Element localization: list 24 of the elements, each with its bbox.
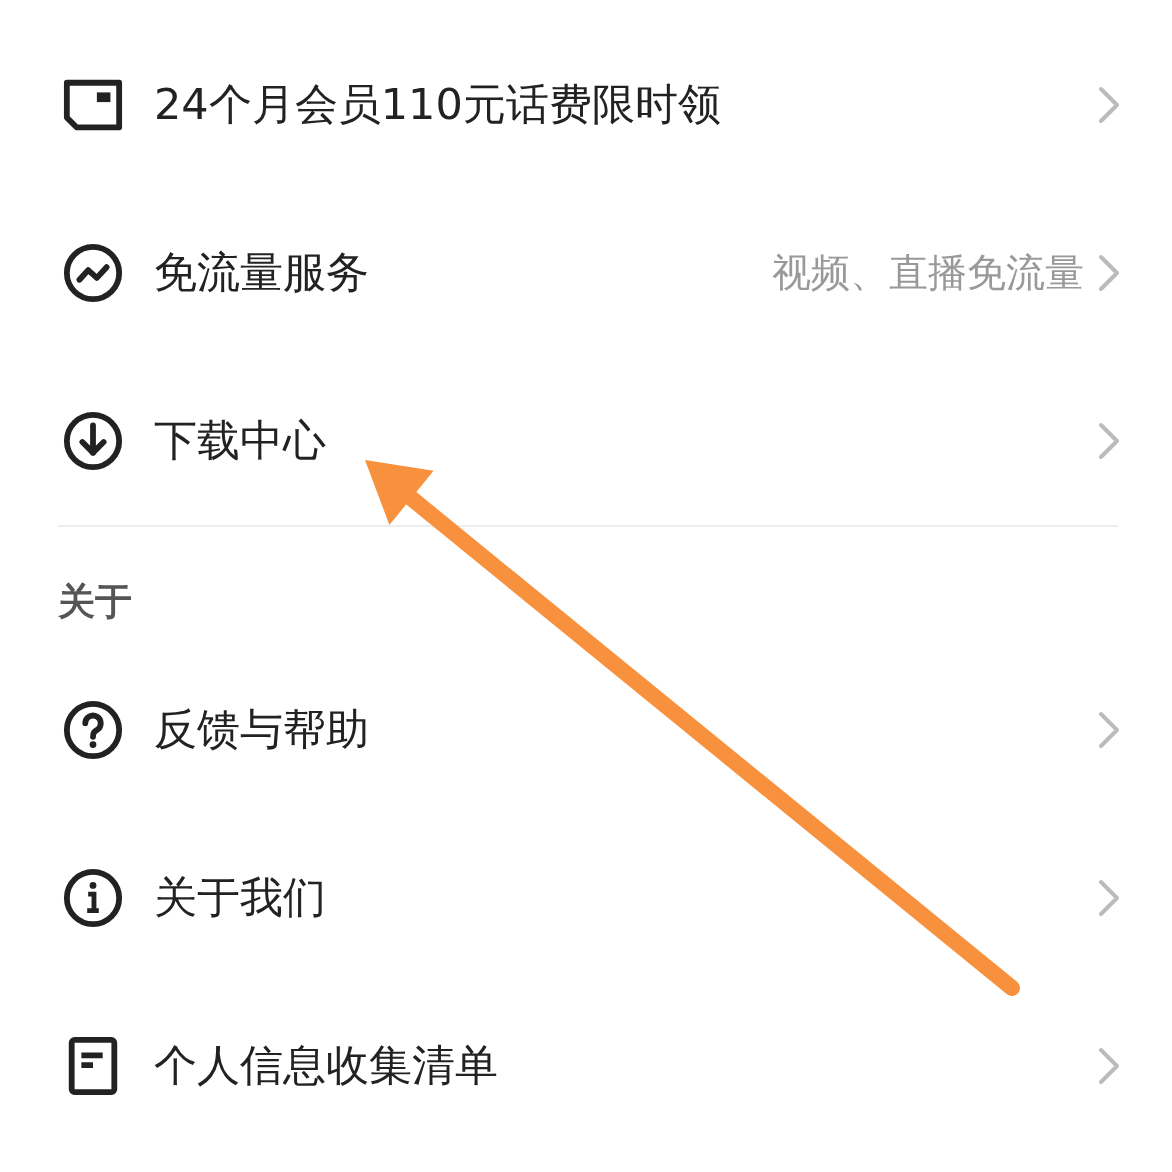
menu-item[interactable]: 下载中心 bbox=[0, 357, 1172, 525]
menu-item[interactable]: 关于我们 bbox=[0, 814, 1172, 982]
info-icon bbox=[62, 867, 124, 929]
item-label: 关于我们 bbox=[154, 871, 326, 924]
menu-item[interactable]: 反馈与帮助 bbox=[0, 646, 1172, 814]
download-icon bbox=[62, 410, 124, 472]
help-icon bbox=[62, 699, 124, 761]
section-header: 关于 bbox=[58, 582, 132, 622]
chevron-icon bbox=[1098, 711, 1120, 749]
menu-item[interactable]: 个人信息收集清单 bbox=[0, 982, 1172, 1150]
chevron-icon bbox=[1098, 879, 1120, 917]
item-label: 反馈与帮助 bbox=[154, 703, 369, 756]
trend-icon bbox=[62, 242, 124, 304]
menu-item[interactable]: 24个月会员110元话费限时领 bbox=[0, 21, 1172, 189]
item-detail: 视频、直播免流量 bbox=[772, 249, 1084, 297]
chevron-icon bbox=[1098, 86, 1120, 124]
chevron-icon bbox=[1098, 422, 1120, 460]
chevron-icon bbox=[1098, 1047, 1120, 1085]
item-label: 下载中心 bbox=[154, 414, 326, 467]
chevron-icon bbox=[1098, 254, 1120, 292]
item-label: 24个月会员110元话费限时领 bbox=[154, 78, 721, 131]
item-label: 个人信息收集清单 bbox=[154, 1039, 498, 1092]
item-label: 免流量服务 bbox=[154, 246, 369, 299]
menu-item[interactable]: 免流量服务 视频、直播免流量 bbox=[0, 189, 1172, 357]
